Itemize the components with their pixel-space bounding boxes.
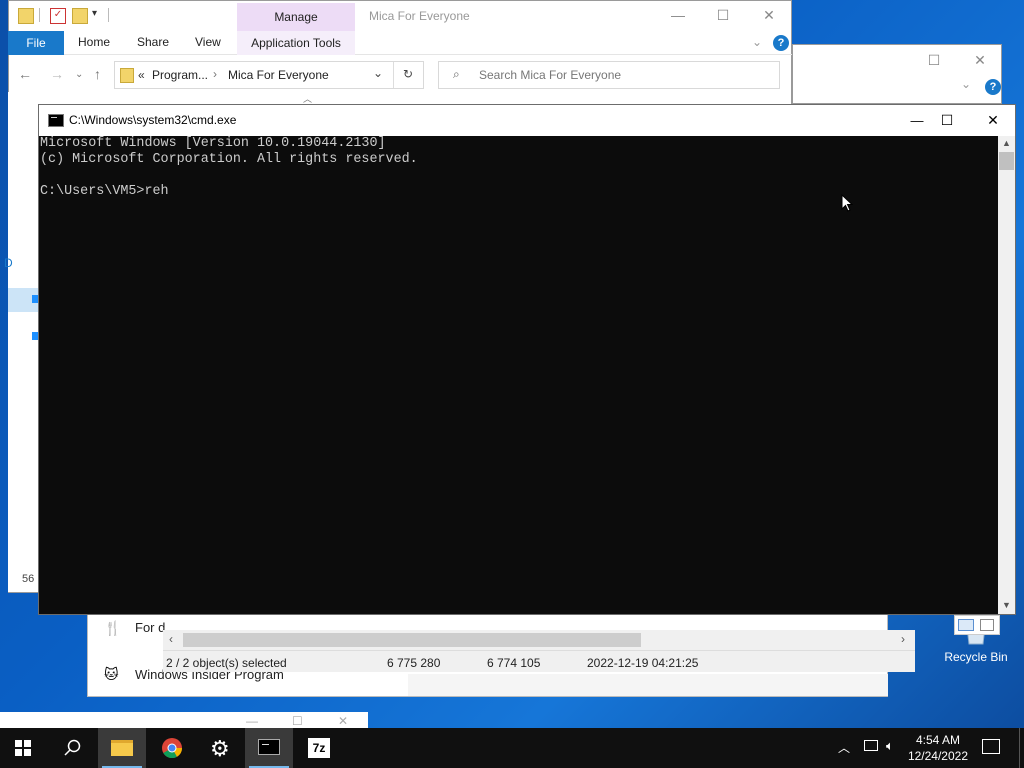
- tab-file[interactable]: File: [8, 31, 64, 55]
- list-item-label[interactable]: For d: [135, 620, 165, 635]
- breadcrumb-item[interactable]: Program...: [152, 68, 208, 82]
- network-icon[interactable]: [864, 740, 878, 751]
- console-line: Microsoft Windows [Version 10.0.19044.21…: [40, 136, 386, 151]
- chrome-icon: [162, 738, 183, 759]
- volume-icon[interactable]: 🔈︎: [886, 738, 894, 754]
- taskbar: ⚙ 7z ︿ 🔈︎ 4:54 AM 12/24/2022: [0, 728, 1024, 768]
- maximize-icon[interactable]: ☐: [911, 45, 957, 75]
- cmd-window: C:\Windows\system32\cmd.exe — ☐ ✕ Micros…: [38, 104, 1016, 615]
- show-desktop-button[interactable]: [1019, 728, 1024, 768]
- close-icon[interactable]: ✕: [957, 45, 1003, 75]
- details-view-icon[interactable]: [958, 619, 974, 631]
- fork-knife-icon: 🍴: [104, 620, 122, 636]
- search-icon: ⌕: [453, 67, 460, 81]
- date-value: 2022-12-19 04:21:25: [587, 656, 699, 670]
- console-output[interactable]: Microsoft Windows [Version 10.0.19044.21…: [39, 136, 998, 614]
- cmd-title: C:\Windows\system32\cmd.exe: [69, 113, 237, 127]
- seven-zip-icon: 7z: [308, 738, 330, 758]
- customize-qa-icon[interactable]: ▾: [92, 8, 106, 22]
- recent-locations-icon[interactable]: ⌄: [75, 69, 83, 80]
- properties-icon[interactable]: ✓: [50, 8, 66, 24]
- windows-logo-icon: [15, 740, 31, 756]
- maximize-icon[interactable]: ☐: [292, 714, 303, 728]
- explorer-window-back: ☐ ✕ ? ⌄: [792, 44, 1002, 104]
- item-count: 56: [22, 573, 35, 585]
- tab-application-tools[interactable]: Application Tools: [237, 31, 355, 55]
- clock-time: 4:54 AM: [915, 733, 960, 747]
- tab-view[interactable]: View: [195, 35, 221, 49]
- taskbar-clock[interactable]: 4:54 AM 12/24/2022: [908, 732, 968, 764]
- cmd-icon: [258, 739, 280, 755]
- scrollbar-thumb[interactable]: [999, 152, 1014, 170]
- mouse-cursor-icon: [841, 193, 854, 215]
- clock-date: 12/24/2022: [907, 749, 968, 763]
- breadcrumb-overflow[interactable]: «: [138, 68, 145, 82]
- view-toggle[interactable]: [954, 615, 1000, 635]
- breadcrumb-item[interactable]: Mica For Everyone: [228, 68, 329, 82]
- help-icon[interactable]: ?: [773, 35, 789, 51]
- forward-arrow-icon[interactable]: →: [50, 66, 64, 82]
- back-arrow-icon[interactable]: ←: [18, 66, 32, 82]
- minimize-icon[interactable]: —: [246, 714, 258, 728]
- folder-icon: [120, 68, 134, 83]
- tab-home[interactable]: Home: [78, 35, 110, 49]
- close-icon[interactable]: ✕: [338, 714, 348, 728]
- taskbar-chrome[interactable]: [148, 728, 196, 768]
- show-hidden-icons-icon[interactable]: ︿: [838, 739, 850, 756]
- taskbar-7zip[interactable]: 7z: [295, 728, 343, 768]
- chevron-down-icon[interactable]: ⌄: [961, 77, 971, 91]
- size-value: 6 775 280: [387, 656, 441, 670]
- start-button[interactable]: [0, 728, 48, 768]
- large-icons-view-icon[interactable]: [980, 619, 994, 631]
- chevron-down-icon[interactable]: ⌄: [373, 66, 383, 80]
- close-icon[interactable]: ✕: [746, 0, 792, 30]
- search-button[interactable]: [48, 728, 96, 768]
- scroll-right-icon[interactable]: ›: [901, 632, 905, 646]
- breadcrumb-separator-icon: ›: [213, 67, 217, 81]
- cat-icon: 🐱: [104, 666, 119, 682]
- vertical-scrollbar[interactable]: ▲ ▼: [998, 136, 1015, 614]
- cmd-titlebar[interactable]: C:\Windows\system32\cmd.exe — ☐ ✕: [39, 105, 1015, 136]
- search-placeholder: Search Mica For Everyone: [479, 68, 622, 82]
- search-input[interactable]: ⌕ Search Mica For Everyone: [438, 61, 780, 89]
- window-title: Mica For Everyone: [369, 9, 470, 23]
- recycle-bin-label: Recycle Bin: [944, 650, 1008, 664]
- manage-context-tab[interactable]: Manage: [237, 3, 355, 31]
- scrollbar-thumb[interactable]: [183, 633, 641, 647]
- minimize-icon[interactable]: —: [655, 0, 701, 30]
- help-icon[interactable]: ?: [985, 79, 1001, 95]
- maximize-icon[interactable]: ☐: [924, 105, 970, 136]
- ribbon-expand-icon[interactable]: ⌄: [752, 35, 762, 49]
- selection-status: 2 / 2 object(s) selected: [166, 656, 287, 670]
- size-value: 6 774 105: [487, 656, 541, 670]
- navigation-pane: D 56: [4, 92, 38, 592]
- new-folder-icon[interactable]: [72, 8, 88, 24]
- console-prompt-line: C:\Users\VM5>reh: [40, 184, 169, 199]
- tab-share[interactable]: Share: [137, 35, 169, 49]
- refresh-icon[interactable]: ↻: [403, 67, 413, 81]
- ribbon-tabs: File Home Share View: [8, 31, 792, 55]
- pane-letter: D: [4, 256, 13, 270]
- notification-icon[interactable]: [982, 739, 1000, 754]
- up-arrow-icon[interactable]: ↑: [94, 66, 101, 82]
- taskbar-cmd[interactable]: [245, 728, 293, 768]
- address-bar[interactable]: « Program... › Mica For Everyone ⌄ ↻: [114, 61, 424, 89]
- console-line: (c) Microsoft Corporation. All rights re…: [40, 152, 418, 167]
- folder-icon: [111, 740, 133, 756]
- cmd-app-icon: [48, 114, 64, 127]
- horizontal-scrollbar[interactable]: ‹ ›: [163, 630, 915, 650]
- scroll-down-icon[interactable]: ▼: [1002, 600, 1011, 610]
- gear-icon: ⚙: [210, 736, 230, 761]
- taskbar-settings[interactable]: ⚙: [197, 728, 245, 768]
- status-bar: 2 / 2 object(s) selected 6 775 280 6 774…: [163, 650, 915, 672]
- close-icon[interactable]: ✕: [970, 105, 1016, 136]
- search-icon: [64, 739, 81, 756]
- taskbar-file-explorer[interactable]: [98, 728, 146, 768]
- maximize-icon[interactable]: ☐: [700, 0, 746, 30]
- scroll-left-icon[interactable]: ‹: [169, 632, 173, 646]
- scroll-up-icon[interactable]: ▲: [1002, 138, 1011, 148]
- folder-icon[interactable]: [18, 8, 34, 24]
